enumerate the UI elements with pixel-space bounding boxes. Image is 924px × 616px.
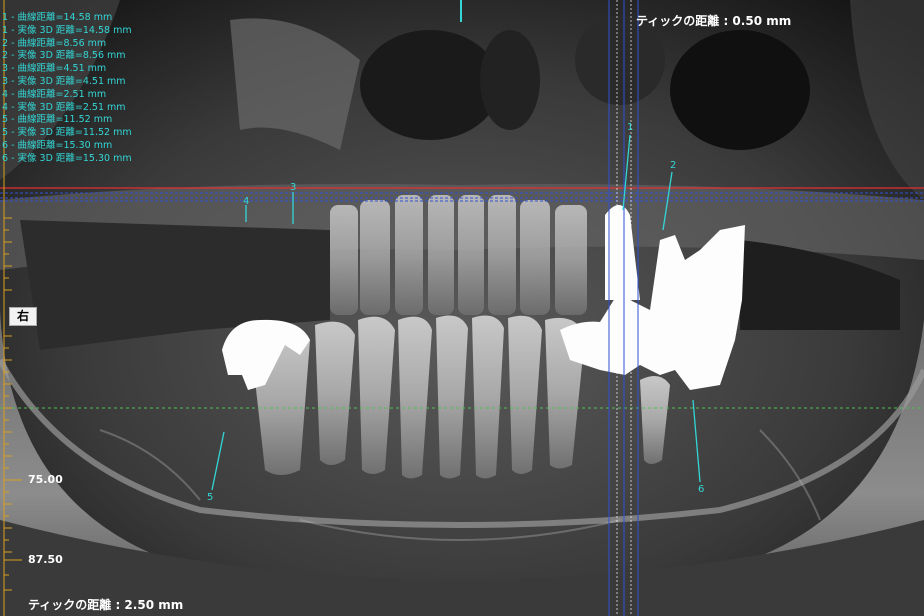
measurement-line: 2 - 曲線距離=8.56 mm <box>2 37 107 49</box>
tick-distance-bottom: ティックの距離 : 2.50 mm <box>28 598 184 612</box>
measurement-line: 3 - 実像 3D 距離=4.51 mm <box>2 75 126 87</box>
marker-5: 5 <box>207 492 213 503</box>
marker-3: 3 <box>290 182 296 193</box>
measurement-line: 4 - 実像 3D 距離=2.51 mm <box>2 101 126 113</box>
tick-distance-top: ティックの距離 : 0.50 mm <box>636 14 792 28</box>
measurement-list: 1 - 曲線距離=14.58 mm 1 - 実像 3D 距離=14.58 mm … <box>2 12 132 166</box>
orientation-label: 右 <box>9 307 37 326</box>
marker-2: 2 <box>670 160 676 171</box>
measurement-line: 3 - 曲線距離=4.51 mm <box>2 63 107 75</box>
ruler-label-75: 75.00 <box>28 473 63 486</box>
measurement-line: 6 - 曲線距離=15.30 mm <box>2 139 113 151</box>
ruler-label-87: 87.50 <box>28 553 63 566</box>
marker-4: 4 <box>243 196 249 207</box>
measurement-line: 2 - 実像 3D 距離=8.56 mm <box>2 50 126 62</box>
panoramic-xray-image: 1 2 3 4 5 6 <box>0 0 924 616</box>
measurement-line: 6 - 実像 3D 距離=15.30 mm <box>2 152 132 164</box>
marker-6: 6 <box>698 484 704 495</box>
upper-teeth <box>330 195 587 315</box>
measurement-line: 5 - 実像 3D 距離=11.52 mm <box>2 127 132 139</box>
measurement-line: 1 - 実像 3D 距離=14.58 mm <box>2 24 132 36</box>
marker-1: 1 <box>627 122 633 133</box>
measurement-line: 4 - 曲線距離=2.51 mm <box>2 88 107 100</box>
measurement-line: 1 - 曲線距離=14.58 mm <box>2 12 113 23</box>
measurement-line: 5 - 曲線距離=11.52 mm <box>2 114 113 126</box>
